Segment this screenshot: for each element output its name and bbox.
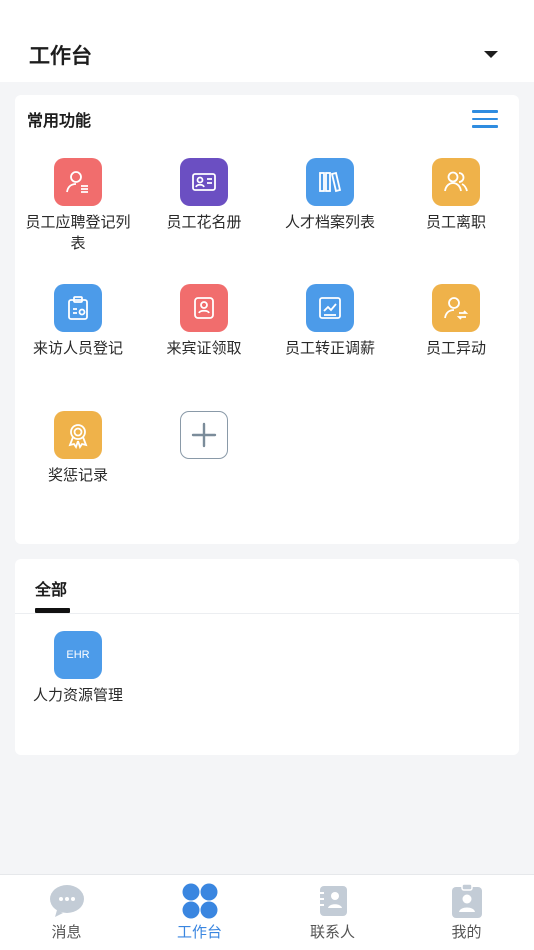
clipboard-icon — [54, 284, 102, 332]
badge-icon — [180, 284, 228, 332]
function-item-regularization[interactable]: 员工转正调薪 — [267, 284, 393, 359]
page-title[interactable]: 工作台 — [29, 40, 92, 70]
common-functions-card: 常用功能 员工应聘登记列表 员工花名册 人才档案列表 员工离职 来访人员登记 来… — [15, 95, 519, 544]
function-item-guest-pass[interactable]: 来宾证领取 — [141, 284, 267, 359]
function-item-visitor-registration[interactable]: 来访人员登记 — [15, 284, 141, 359]
app-item-hr[interactable]: EHR 人力资源管理 — [15, 631, 141, 706]
tab-label: 联系人 — [309, 923, 355, 941]
function-label: 员工离职 — [425, 213, 486, 231]
function-item-rewards[interactable]: 奖惩记录 — [15, 411, 141, 486]
function-label: 奖惩记录 — [47, 466, 108, 484]
function-item-transfer[interactable]: 员工异动 — [393, 284, 519, 359]
tab-label: 我的 — [451, 923, 482, 941]
books-icon — [306, 158, 354, 206]
tab-workbench[interactable]: 工作台 — [133, 883, 266, 942]
function-label: 员工花名册 — [166, 213, 242, 231]
profile-icon — [449, 883, 485, 919]
medal-icon — [54, 411, 102, 459]
function-label: 员工异动 — [425, 339, 486, 357]
tab-contacts[interactable]: 联系人 — [266, 883, 399, 942]
section-title: 常用功能 — [27, 111, 92, 130]
person-list-icon — [54, 158, 102, 206]
tab-profile[interactable]: 我的 — [400, 883, 533, 942]
tab-all[interactable]: 全部 — [35, 576, 67, 600]
bottom-tab-bar: 消息 工作台 联系人 我的 — [0, 874, 534, 950]
menu-icon[interactable] — [472, 110, 498, 128]
function-label: 来访人员登记 — [32, 339, 123, 357]
function-item-talent-archive[interactable]: 人才档案列表 — [267, 158, 393, 233]
tab-label: 消息 — [51, 923, 82, 941]
top-header: 工作台 — [0, 0, 534, 82]
people-icon — [432, 158, 480, 206]
function-item-job-application[interactable]: 员工应聘登记列表 — [15, 158, 141, 254]
chat-bubble-icon — [49, 883, 85, 919]
chart-icon — [306, 284, 354, 332]
plus-icon — [180, 411, 228, 459]
person-transfer-icon — [432, 284, 480, 332]
divider — [15, 613, 519, 614]
contacts-icon — [315, 883, 351, 919]
tab-messages[interactable]: 消息 — [0, 883, 133, 942]
function-item-roster[interactable]: 员工花名册 — [141, 158, 267, 233]
function-label: 员工转正调薪 — [284, 339, 375, 357]
workbench-icon — [182, 883, 218, 919]
app-label: 人力资源管理 — [32, 686, 123, 704]
function-item-resignation[interactable]: 员工离职 — [393, 158, 519, 233]
chevron-down-icon[interactable] — [484, 51, 498, 58]
all-apps-card: 全部 EHR 人力资源管理 — [15, 559, 519, 755]
id-card-icon — [180, 158, 228, 206]
function-label: 来宾证领取 — [166, 339, 242, 357]
function-label: 员工应聘登记列表 — [25, 213, 131, 252]
function-label: 人才档案列表 — [284, 213, 375, 231]
ehr-icon: EHR — [54, 631, 102, 679]
add-function-button[interactable] — [141, 411, 267, 459]
tab-label: 工作台 — [176, 923, 222, 941]
